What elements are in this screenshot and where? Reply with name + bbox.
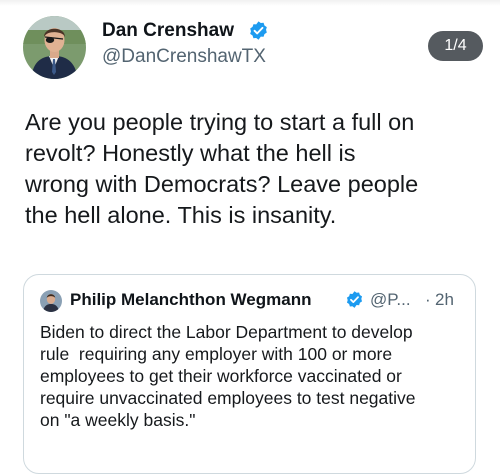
quoted-text-line: Biden to direct the Labor Department to …: [40, 322, 413, 342]
meta-separator: ·: [425, 290, 431, 309]
quoted-text-line: employees to get their workforce vaccina…: [40, 366, 402, 386]
tweet-text: Are you people trying to start a full on…: [25, 107, 485, 231]
tweet-text-line: revolt? Honestly what the hell is: [25, 140, 356, 166]
verified-badge-icon: [345, 290, 364, 309]
quoted-text-line: rule requiring any employer with 100 or …: [40, 344, 393, 364]
quoted-author-handle[interactable]: @P...: [370, 289, 411, 311]
author-handle[interactable]: @DanCrenshawTX: [102, 46, 266, 68]
quoted-text-line: require unvaccinated employees to test n…: [40, 388, 416, 408]
verified-badge-icon: [248, 20, 269, 41]
quoted-tweet-text: Biden to direct the Labor Department to …: [40, 321, 470, 431]
quoted-text-line: on "a weekly basis.": [40, 410, 196, 430]
tweet-text-line: the hell alone. This is insanity.: [25, 202, 337, 228]
author-avatar[interactable]: [23, 16, 86, 79]
author-name[interactable]: Dan Crenshaw: [102, 20, 234, 42]
quoted-author-avatar[interactable]: [40, 290, 62, 312]
tweet-text-line: Are you people trying to start a full on: [25, 109, 415, 135]
tweet-text-line: wrong with Democrats? Leave people: [25, 171, 419, 197]
quoted-author-name[interactable]: Philip Melanchthon Wegmann: [70, 289, 311, 311]
quoted-timestamp[interactable]: 2h: [435, 289, 454, 311]
top-edge: [0, 0, 500, 6]
thread-position-badge: 1/4: [428, 31, 483, 61]
quoted-tweet-card[interactable]: Philip Melanchthon Wegmann @P... · 2h Bi…: [23, 274, 476, 474]
